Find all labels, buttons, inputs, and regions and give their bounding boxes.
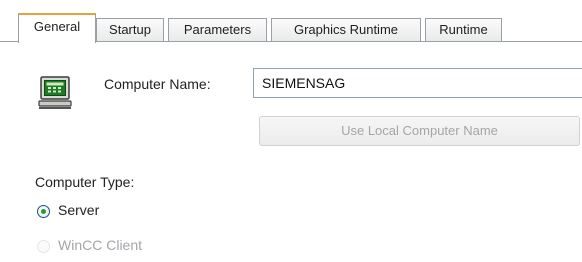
computer-name-field[interactable] xyxy=(253,68,582,98)
computer-name-label: Computer Name: xyxy=(104,76,211,92)
wincc-client-radio-label: WinCC Client xyxy=(58,237,143,253)
server-radio[interactable] xyxy=(37,205,50,218)
tab-runtime[interactable]: Runtime xyxy=(425,18,502,41)
computer-icon xyxy=(38,74,74,118)
tab-parameters[interactable]: Parameters xyxy=(168,18,267,41)
use-local-computer-name-button[interactable]: Use Local Computer Name xyxy=(259,116,580,146)
tab-general[interactable]: General xyxy=(18,13,96,43)
server-radio-label: Server xyxy=(58,202,100,218)
radio-selected-dot xyxy=(41,209,46,214)
wincc-client-radio[interactable] xyxy=(37,240,50,253)
tab-strip: General Startup Parameters Graphics Runt… xyxy=(0,0,582,43)
tab-graphics-runtime[interactable]: Graphics Runtime xyxy=(271,18,421,41)
tab-startup[interactable]: Startup xyxy=(96,18,164,41)
computer-type-label: Computer Type: xyxy=(35,174,135,190)
